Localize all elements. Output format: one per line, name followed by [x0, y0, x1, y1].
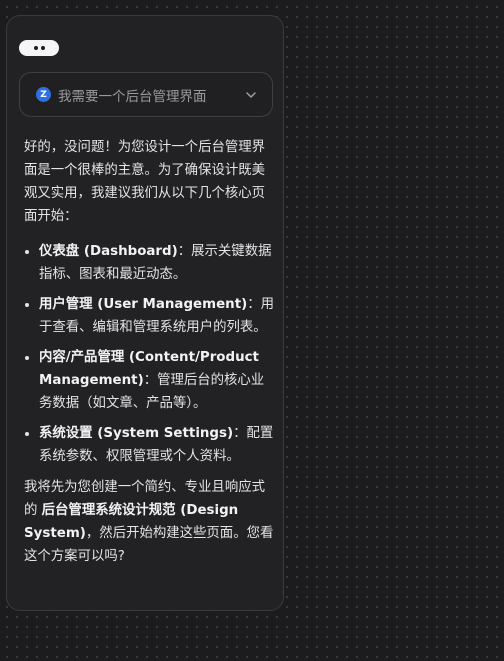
chat-panel: Z 我需要一个后台管理界面 好的，没问题！为您设计一个后台管理界面是一个很棒的主… [6, 15, 284, 611]
typing-indicator [19, 40, 59, 56]
assistant-reply: 好的，没问题！为您设计一个后台管理界面是一个很棒的主意。为了确保设计既美观又实用… [24, 136, 274, 568]
list-item-title: 用户管理 (User Management) [39, 297, 248, 312]
typing-dot [40, 46, 45, 50]
page-list: 仪表盘 (Dashboard)：展示关键数据指标、图表和最近动态。 用户管理 (… [24, 240, 274, 468]
user-avatar-icon: Z [36, 87, 51, 102]
list-item: 内容/产品管理 (Content/Product Management)：管理后… [39, 346, 274, 415]
list-item: 系统设置 (System Settings)：配置系统参数、权限管理或个人资料。 [39, 422, 274, 468]
list-item: 仪表盘 (Dashboard)：展示关键数据指标、图表和最近动态。 [39, 240, 274, 286]
list-item-title: 仪表盘 (Dashboard) [39, 244, 178, 259]
reply-intro: 好的，没问题！为您设计一个后台管理界面是一个很棒的主意。为了确保设计既美观又实用… [24, 140, 266, 224]
chevron-down-icon[interactable] [244, 88, 258, 102]
list-item: 用户管理 (User Management)：用于查看、编辑和管理系统用户的列表… [39, 293, 274, 339]
reply-closing: 我将先为您创建一个简约、专业且响应式的 后台管理系统设计规范 (Design S… [24, 476, 274, 568]
list-item-title: 系统设置 (System Settings) [39, 426, 234, 441]
user-prompt-text: 我需要一个后台管理界面 [58, 88, 207, 105]
typing-dot [33, 46, 38, 50]
user-prompt-collapsible[interactable]: Z 我需要一个后台管理界面 [19, 72, 273, 117]
